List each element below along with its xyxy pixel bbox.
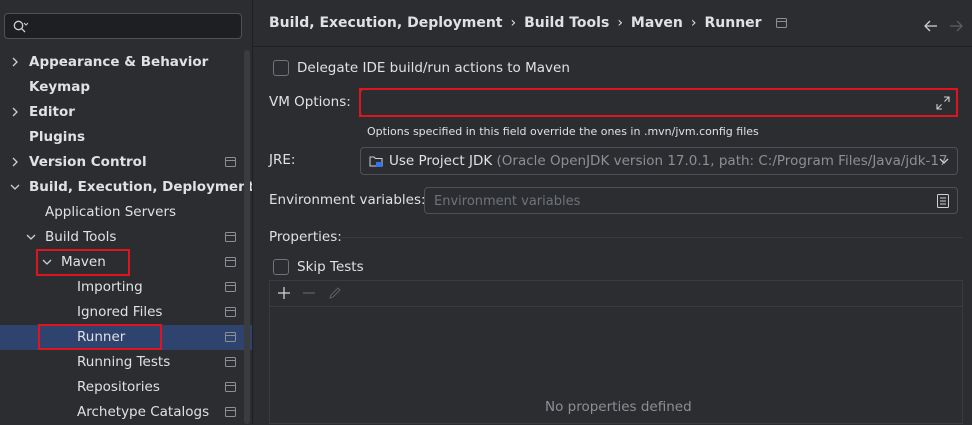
- sidebar-item-plugins[interactable]: Plugins: [0, 125, 244, 150]
- project-settings-icon: [225, 332, 236, 342]
- properties-toolbar: [270, 281, 962, 307]
- sidebar-item-build-tools[interactable]: Build Tools: [0, 225, 244, 250]
- breadcrumb-item[interactable]: Maven: [631, 15, 683, 31]
- breadcrumb-separator: ›: [510, 15, 517, 31]
- sidebar-item-runner[interactable]: Runner: [0, 325, 252, 350]
- chevron-down-icon[interactable]: [9, 181, 21, 193]
- project-settings-icon: [225, 357, 236, 367]
- breadcrumb-item-current: Runner: [704, 15, 762, 31]
- sidebar-item-label: Repositories: [77, 379, 160, 395]
- settings-sidebar: Appearance & Behavior Keymap Editor Plug…: [0, 0, 254, 425]
- environment-variables-field[interactable]: Environment variables: [424, 187, 958, 214]
- sidebar-item-label: Keymap: [29, 79, 91, 95]
- sidebar-item-keymap[interactable]: Keymap: [0, 75, 244, 100]
- forward-arrow-icon[interactable]: [948, 18, 964, 34]
- properties-empty-text: No properties defined: [545, 399, 692, 415]
- sidebar-scrollbar[interactable]: [244, 50, 250, 424]
- breadcrumb-item[interactable]: Build Tools: [524, 15, 609, 31]
- sidebar-item-maven[interactable]: Maven: [0, 250, 244, 275]
- sidebar-item-label: Appearance & Behavior: [29, 54, 209, 70]
- vm-options-hint: Options specified in this field override…: [367, 125, 759, 138]
- sidebar-item-label: Version Control: [29, 154, 147, 170]
- remove-icon[interactable]: [302, 286, 316, 300]
- project-settings-icon: [225, 232, 236, 242]
- project-settings-icon: [225, 157, 236, 167]
- project-settings-icon: [225, 282, 236, 292]
- project-settings-icon: [225, 407, 236, 417]
- sidebar-item-label: Ignored Files: [77, 304, 163, 320]
- sidebar-item-repositories[interactable]: Repositories: [0, 375, 244, 400]
- sidebar-item-label: Plugins: [29, 129, 86, 145]
- sidebar-item-label: Running Tests: [77, 354, 171, 370]
- project-settings-icon: [225, 257, 236, 267]
- breadcrumb: Build, Execution, Deployment › Build Tools…: [269, 15, 788, 35]
- sidebar-item-label: Application Servers: [45, 204, 177, 220]
- sidebar-item-label: Runner: [77, 329, 126, 345]
- chevron-down-icon[interactable]: [41, 256, 53, 268]
- settings-search-input[interactable]: [33, 17, 237, 37]
- add-icon[interactable]: [277, 286, 291, 300]
- jre-value: Use Project JDK (Oracle OpenJDK version …: [389, 153, 949, 169]
- header-divider: [253, 46, 972, 47]
- settings-search-box[interactable]: [4, 13, 242, 39]
- sidebar-item-archetype-catalogs[interactable]: Archetype Catalogs: [0, 400, 244, 425]
- back-arrow-icon[interactable]: [923, 18, 939, 34]
- chevron-right-icon[interactable]: [9, 156, 21, 168]
- jdk-folder-icon: [369, 156, 383, 167]
- jre-label: JRE:: [269, 152, 296, 168]
- properties-separator: [341, 237, 963, 238]
- project-settings-icon: [776, 18, 788, 28]
- edit-icon[interactable]: [328, 286, 342, 300]
- breadcrumb-separator: ›: [690, 15, 697, 31]
- properties-label: Properties:: [269, 229, 342, 245]
- sidebar-item-application-servers[interactable]: Application Servers: [0, 200, 244, 225]
- delegate-checkbox[interactable]: [273, 60, 289, 76]
- search-icon: [13, 20, 28, 33]
- sidebar-item-label: Archetype Catalogs: [77, 404, 210, 420]
- sidebar-item-running-tests[interactable]: Running Tests: [0, 350, 244, 375]
- expand-icon[interactable]: [936, 96, 950, 110]
- document-icon[interactable]: [937, 194, 949, 208]
- sidebar-item-ignored-files[interactable]: Ignored Files: [0, 300, 244, 325]
- environment-variables-label: Environment variables:: [269, 192, 426, 208]
- environment-variables-placeholder: Environment variables: [434, 194, 581, 209]
- chevron-right-icon[interactable]: [9, 56, 21, 68]
- chevron-right-icon[interactable]: [9, 106, 21, 118]
- chevron-down-icon[interactable]: [25, 231, 37, 243]
- vm-options-field[interactable]: [360, 89, 958, 117]
- sidebar-item-editor[interactable]: Editor: [0, 100, 244, 125]
- delegate-label[interactable]: Delegate IDE build/run actions to Maven: [297, 60, 570, 76]
- sidebar-item-importing[interactable]: Importing: [0, 275, 244, 300]
- sidebar-item-version-control[interactable]: Version Control: [0, 150, 244, 175]
- properties-table: No properties defined: [269, 280, 963, 424]
- breadcrumb-item[interactable]: Build, Execution, Deployment: [269, 15, 503, 31]
- jre-select[interactable]: Use Project JDK (Oracle OpenJDK version …: [360, 147, 958, 175]
- project-settings-icon: [225, 307, 236, 317]
- breadcrumb-separator: ›: [617, 15, 623, 31]
- sidebar-item-label: Build Tools: [45, 229, 117, 245]
- sidebar-item-appearance-behavior[interactable]: Appearance & Behavior: [0, 50, 244, 75]
- jre-selected: Use Project JDK: [389, 153, 493, 169]
- jre-detail: (Oracle OpenJDK version 17.0.1, path: C:…: [496, 153, 949, 169]
- vm-options-label: VM Options:: [269, 94, 351, 110]
- sidebar-item-label: Maven: [61, 254, 106, 270]
- runner-settings-panel: Build, Execution, Deployment › Build Tools…: [253, 0, 972, 424]
- chevron-down-icon[interactable]: [939, 157, 949, 165]
- sidebar-item-build-execution-deployment[interactable]: Build, Execution, Deployment: [0, 175, 254, 200]
- sidebar-item-label: Build, Execution, Deployment: [29, 179, 255, 195]
- project-settings-icon: [225, 382, 236, 392]
- sidebar-item-label: Editor: [29, 104, 75, 120]
- sidebar-item-label: Importing: [77, 279, 143, 295]
- skip-tests-checkbox[interactable]: [273, 259, 289, 275]
- skip-tests-label[interactable]: Skip Tests: [297, 259, 364, 275]
